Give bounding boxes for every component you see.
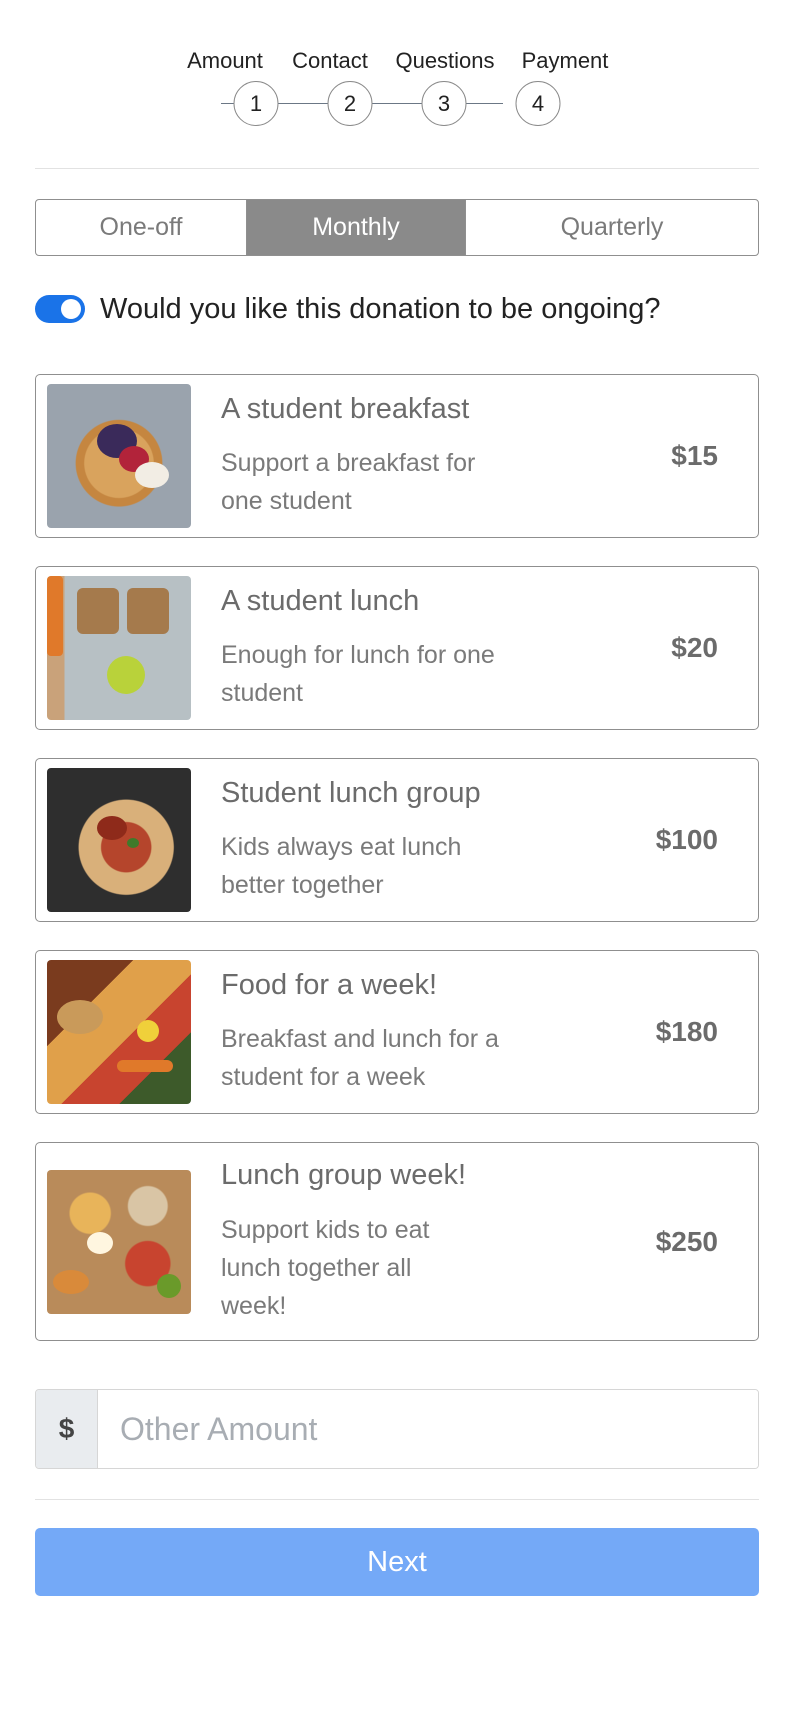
ongoing-label: Would you like this donation to be ongoi… xyxy=(100,292,661,325)
pancakes-image xyxy=(47,384,191,528)
option-card-lunch[interactable]: A student lunch Enough for lunch for one… xyxy=(35,566,759,730)
option-description: Support a breakfast for one student xyxy=(221,449,476,516)
bottom-divider xyxy=(35,1499,759,1500)
bread-decoration xyxy=(57,1000,103,1034)
progress-stepper: Amount Contact Questions Payment 1 2 3 4 xyxy=(35,0,759,168)
sandwich-decoration xyxy=(127,588,169,634)
option-title: A student breakfast xyxy=(221,392,470,425)
cream-decoration xyxy=(135,462,169,488)
other-amount-group: $ xyxy=(35,1389,759,1469)
option-price: $15 xyxy=(671,440,718,471)
carrot-decoration xyxy=(117,1060,173,1072)
egg-decoration xyxy=(87,1231,113,1254)
option-description: Support kids to eat lunch together all w… xyxy=(221,1215,430,1320)
other-amount-input[interactable] xyxy=(98,1390,758,1468)
tab-monthly[interactable]: Monthly xyxy=(246,200,465,255)
step-4-circle[interactable]: 4 xyxy=(515,81,561,126)
ongoing-toggle[interactable] xyxy=(35,295,85,323)
option-text: A student breakfast Support a breakfast … xyxy=(221,392,671,521)
carrots-decoration xyxy=(47,576,63,656)
option-card-group-week[interactable]: Lunch group week! Support kids to eat lu… xyxy=(35,1142,759,1341)
step-2-circle[interactable]: 2 xyxy=(327,81,373,126)
step-1-circle[interactable]: 1 xyxy=(233,81,279,126)
option-description: Enough for lunch for one student xyxy=(221,641,495,708)
step-label-amount: Amount xyxy=(187,48,263,73)
herb-decoration xyxy=(127,838,139,848)
step-3-circle[interactable]: 3 xyxy=(421,81,467,126)
tab-quarterly[interactable]: Quarterly xyxy=(465,200,758,255)
breakfast-spread-image xyxy=(47,1169,191,1314)
option-text: Student lunch group Kids always eat lunc… xyxy=(221,776,656,905)
option-title: A student lunch xyxy=(221,584,420,617)
currency-symbol: $ xyxy=(36,1390,98,1468)
apple-decoration xyxy=(107,656,145,694)
tab-one-off[interactable]: One-off xyxy=(36,200,246,255)
croissant-decoration xyxy=(53,1269,89,1294)
option-text: Food for a week! Breakfast and lunch for… xyxy=(221,968,656,1097)
top-divider xyxy=(35,168,759,169)
donation-options: A student breakfast Support a breakfast … xyxy=(35,374,759,1341)
option-text: Lunch group week! Support kids to eat lu… xyxy=(221,1158,656,1325)
step-label-contact: Contact xyxy=(292,48,368,73)
frequency-selector: One-off Monthly Quarterly xyxy=(35,199,759,256)
toggle-knob xyxy=(61,299,81,319)
option-price: $100 xyxy=(655,824,718,855)
option-card-food-week[interactable]: Food for a week! Breakfast and lunch for… xyxy=(35,950,759,1114)
sauce-decoration xyxy=(97,816,127,840)
step-label-questions: Questions xyxy=(395,48,495,73)
sandwich-decoration xyxy=(77,588,119,634)
next-button[interactable]: Next xyxy=(35,1528,759,1596)
option-text: A student lunch Enough for lunch for one… xyxy=(221,584,671,713)
option-price: $250 xyxy=(655,1225,718,1257)
option-card-breakfast[interactable]: A student breakfast Support a breakfast … xyxy=(35,374,759,538)
option-description: Breakfast and lunch for a student for a … xyxy=(221,1025,499,1092)
groceries-image xyxy=(47,960,191,1104)
option-title: Food for a week! xyxy=(221,968,437,1001)
ongoing-row: Would you like this donation to be ongoi… xyxy=(35,289,759,329)
option-price: $180 xyxy=(655,1016,718,1047)
option-title: Lunch group week! xyxy=(221,1159,467,1192)
option-card-lunch-group[interactable]: Student lunch group Kids always eat lunc… xyxy=(35,758,759,922)
lemon-decoration xyxy=(137,1020,159,1042)
step-label-payment: Payment xyxy=(521,48,609,73)
pasta-image xyxy=(47,768,191,912)
option-price: $20 xyxy=(671,632,718,663)
option-title: Student lunch group xyxy=(221,776,481,809)
kiwi-decoration xyxy=(157,1273,181,1298)
lunch-tray-image xyxy=(47,576,191,720)
donation-form: Amount Contact Questions Payment 1 2 3 4… xyxy=(0,0,794,1720)
option-description: Kids always eat lunch better together xyxy=(221,833,462,900)
